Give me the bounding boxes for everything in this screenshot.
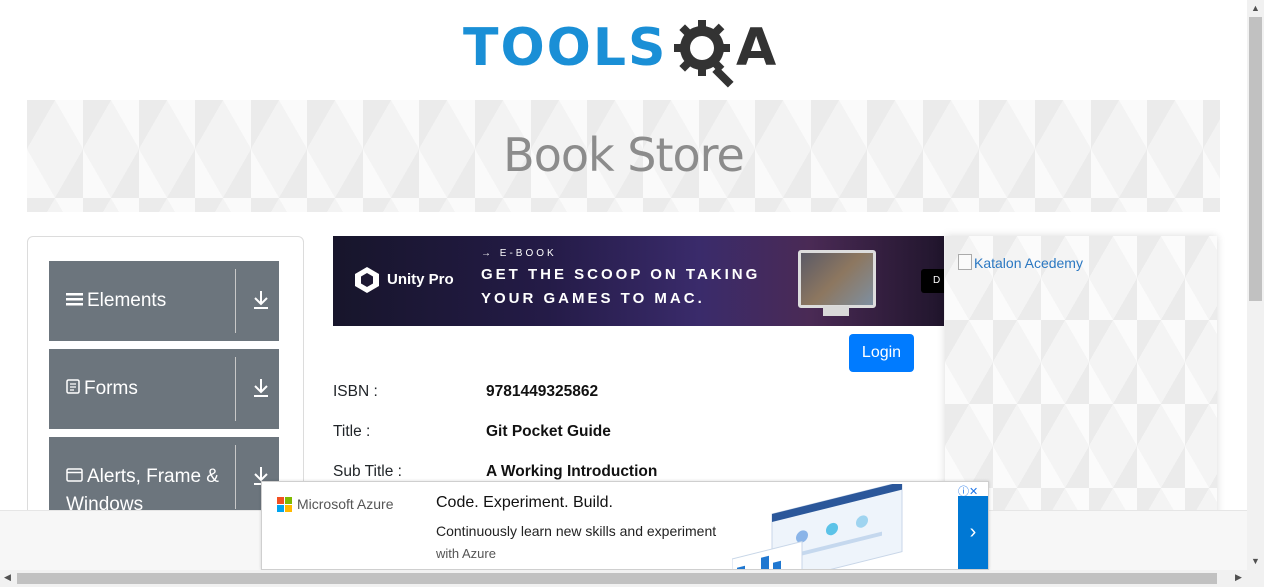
divider bbox=[235, 269, 236, 333]
divider bbox=[235, 445, 236, 509]
ad-monitor-image bbox=[798, 250, 876, 308]
sidebar-group-alerts[interactable]: Alerts, Frame & Windows bbox=[49, 437, 279, 517]
scroll-up-icon[interactable]: ▲ bbox=[1251, 3, 1260, 13]
ad-brand: Unity Pro bbox=[387, 271, 454, 288]
broken-image-icon bbox=[958, 254, 972, 270]
toolsqa-logo[interactable]: TOOLS A bbox=[463, 14, 793, 92]
ad-monitor-stand bbox=[823, 306, 849, 316]
divider bbox=[235, 357, 236, 421]
sidebar-group-forms[interactable]: Forms bbox=[49, 349, 279, 429]
ad-headline-1: GET THE SCOOP ON TAKING bbox=[481, 266, 761, 283]
gear-magnifier-icon bbox=[674, 20, 734, 88]
download-icon[interactable] bbox=[252, 289, 270, 311]
broken-image-link[interactable]: Katalon Acedemy bbox=[958, 254, 1083, 271]
sidebar-group-elements[interactable]: Elements bbox=[49, 261, 279, 341]
ad-description: Continuously learn new skills and experi… bbox=[436, 523, 717, 539]
microsoft-logo-icon bbox=[277, 497, 293, 513]
subtitle-label: Sub Title : bbox=[333, 463, 402, 480]
adchoices[interactable]: ⓘ✕ bbox=[958, 482, 988, 498]
sidebar-item-label: Alerts, Frame & Windows bbox=[66, 466, 219, 515]
sidebar-group-label: Forms bbox=[66, 375, 226, 403]
logo-a-text: A bbox=[736, 18, 777, 78]
logo-tools-text: TOOLS bbox=[463, 18, 668, 78]
ad-brand: Microsoft Azure bbox=[297, 496, 394, 512]
page-title: Book Store bbox=[503, 128, 745, 182]
form-icon bbox=[66, 375, 80, 403]
horizontal-scrollbar[interactable]: ◀ ▶ bbox=[0, 570, 1264, 587]
page-banner: Book Store bbox=[27, 100, 1220, 212]
ad-headline-2: YOUR GAMES TO MAC. bbox=[481, 290, 705, 307]
vertical-scrollbar[interactable]: ▲ ▼ bbox=[1247, 0, 1264, 570]
login-button[interactable]: Login bbox=[849, 334, 914, 372]
scroll-left-icon[interactable]: ◀ bbox=[4, 572, 11, 583]
subtitle-value: A Working Introduction bbox=[486, 463, 658, 480]
download-icon[interactable] bbox=[252, 377, 270, 399]
title-value: Git Pocket Guide bbox=[486, 423, 611, 440]
title-label: Title : bbox=[333, 423, 371, 440]
scroll-right-icon[interactable]: ▶ bbox=[1235, 572, 1242, 583]
ad-next-button[interactable]: › bbox=[958, 496, 988, 569]
horizontal-scroll-thumb[interactable] bbox=[17, 573, 1217, 584]
ad-kicker: → E-BOOK bbox=[481, 248, 557, 259]
sidebar-group-label: Elements bbox=[66, 287, 226, 315]
ad-screenshot-image bbox=[732, 484, 903, 569]
azure-ad[interactable]: Microsoft Azure Code. Experiment. Build.… bbox=[261, 481, 989, 570]
sidebar-item-label: Forms bbox=[84, 378, 138, 399]
ad-cta-button[interactable]: D bbox=[921, 269, 944, 293]
sidebar-item-label: Elements bbox=[87, 290, 167, 311]
unity-ad-banner[interactable]: Unity Pro → E-BOOK GET THE SCOOP ON TAKI… bbox=[333, 236, 944, 326]
unity-logo-icon bbox=[355, 267, 379, 293]
ad-headline: Code. Experiment. Build. bbox=[436, 494, 613, 511]
vertical-scroll-thumb[interactable] bbox=[1249, 17, 1262, 301]
isbn-label: ISBN : bbox=[333, 383, 378, 400]
scroll-down-icon[interactable]: ▼ bbox=[1251, 556, 1260, 566]
ad-alt-text: Katalon Acedemy bbox=[974, 255, 1083, 271]
window-icon bbox=[66, 463, 83, 491]
hamburger-icon bbox=[66, 287, 83, 315]
ad-description-2: with Azure bbox=[436, 546, 496, 561]
isbn-value: 9781449325862 bbox=[486, 383, 599, 400]
